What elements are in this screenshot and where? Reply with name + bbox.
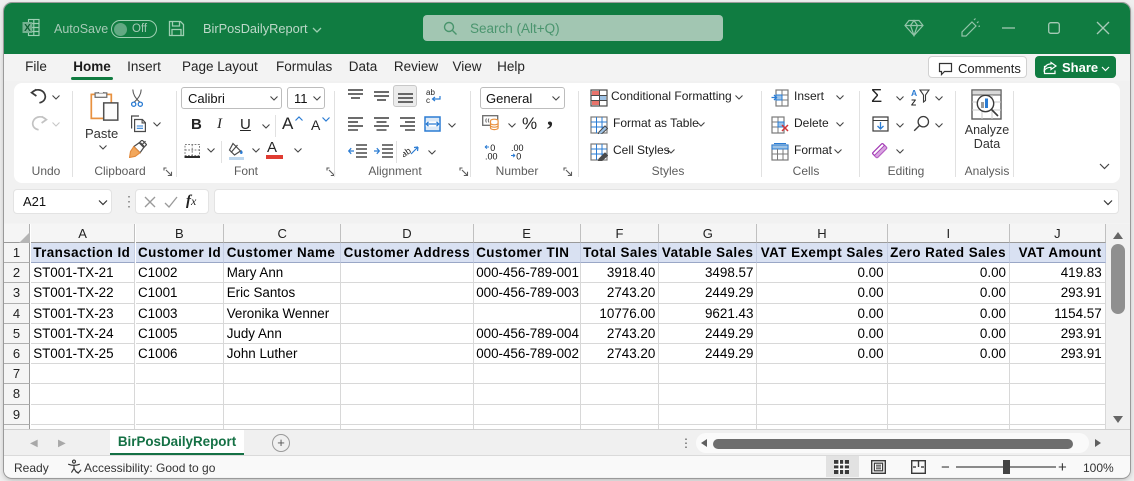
svg-text:Z: Z [911, 98, 916, 108]
svg-text:0: 0 [516, 152, 521, 161]
svg-text:c: c [426, 96, 430, 104]
svg-text:.00: .00 [485, 152, 498, 161]
svg-text:A: A [911, 88, 917, 98]
svg-text:X: X [24, 23, 31, 34]
svg-text:ab: ab [403, 145, 413, 159]
